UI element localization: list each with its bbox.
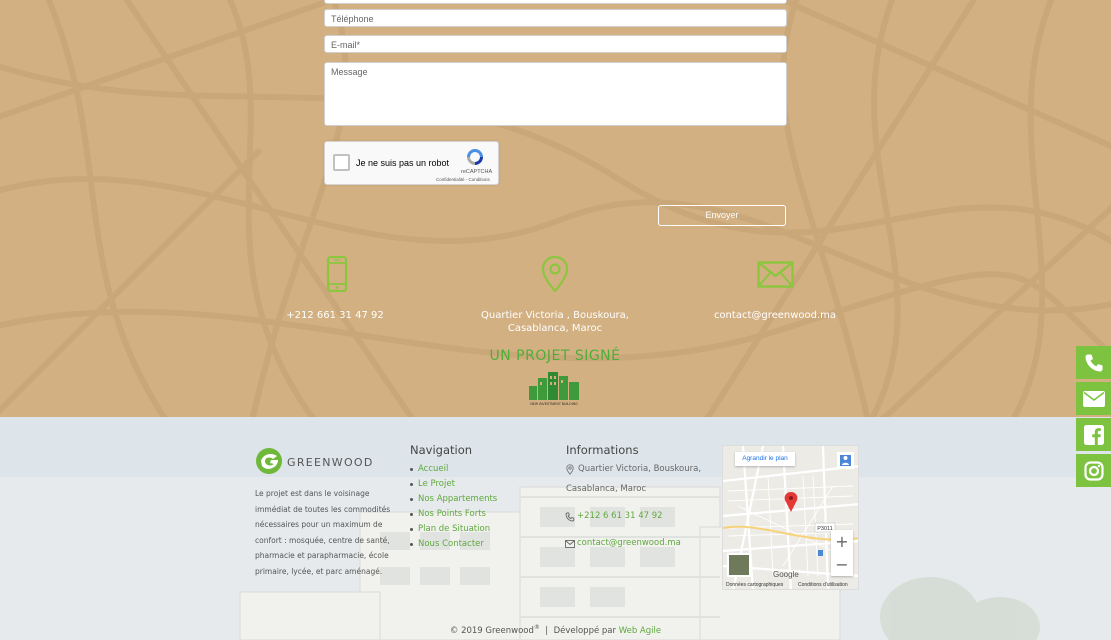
- envelope-icon: [757, 261, 794, 288]
- footer-description: Le projet est dans le voisinage immédiat…: [255, 489, 391, 576]
- contact-address: Quartier Victoria , Bouskoura, Casablanc…: [465, 309, 645, 335]
- instagram-icon: [1083, 460, 1104, 481]
- new-investment-building-logo: NEW INVESTMENT BUILDING: [529, 372, 579, 406]
- facebook-icon: [1083, 424, 1104, 445]
- email-field[interactable]: E-mail*: [324, 35, 787, 53]
- recaptcha-logo-icon: [467, 149, 483, 165]
- google-map[interactable]: P3011 Agrandir le plan + − Google Donnée…: [722, 445, 859, 590]
- recaptcha-label: Je ne suis pas un robot: [356, 158, 450, 168]
- footer: [0, 417, 1111, 640]
- recaptcha-checkbox[interactable]: [333, 154, 350, 171]
- facebook-button[interactable]: [1076, 418, 1111, 451]
- footer-email-link[interactable]: contact@greenwood.ma: [577, 534, 681, 553]
- nav-link-nos-appartements[interactable]: Nos Appartements: [410, 492, 497, 507]
- map-zoom-in-button[interactable]: +: [831, 530, 853, 553]
- recaptcha-terms-link[interactable]: Confidentialité - Conditions: [436, 177, 490, 182]
- signed-project-title: UN PROJET SIGNÉ: [489, 348, 621, 364]
- contact-phone-text: +212 661 31 47 92: [286, 310, 384, 321]
- map-satellite-toggle[interactable]: [727, 553, 751, 577]
- contact-email-text: contact@greenwood.ma: [713, 310, 837, 321]
- footer-address-line1: Quartier Victoria, Bouskoura,: [578, 464, 702, 474]
- phone-handset-icon: [565, 512, 575, 522]
- phone-button[interactable]: [1076, 346, 1111, 379]
- email-button[interactable]: [1076, 382, 1111, 415]
- envelope-small-icon: [565, 540, 575, 548]
- nav-link-nos-points-forts[interactable]: Nos Points Forts: [410, 507, 497, 522]
- nav-link-nous-contacter[interactable]: Nous Contacter: [410, 537, 497, 552]
- map-zoom-controls: + −: [831, 530, 853, 576]
- contact-section: Téléphone E-mail* Message Je ne suis pas…: [0, 0, 1111, 417]
- web-agile-link[interactable]: Web Agile: [619, 626, 661, 636]
- enlarge-map-button[interactable]: Agrandir le plan: [735, 452, 795, 466]
- copyright: © 2019 Greenwood® | Développé par Web Ag…: [0, 624, 1111, 636]
- footer-phone-link[interactable]: +212 6 61 31 47 92: [577, 507, 663, 526]
- envelope-icon: [1082, 390, 1105, 407]
- signed-logo-caption: NEW INVESTMENT BUILDING: [530, 402, 578, 406]
- nav-link-plan-de-situation[interactable]: Plan de Situation: [410, 522, 497, 537]
- greenwood-logo-text: GREENWOOD: [287, 456, 374, 469]
- building-background-image: [0, 417, 1111, 640]
- copyright-prefix: © 2019 Greenwood: [449, 625, 534, 636]
- informations-title: Informations: [566, 443, 639, 457]
- mobile-phone-icon: [326, 256, 348, 292]
- send-button[interactable]: Envoyer: [658, 205, 786, 226]
- phone-field[interactable]: Téléphone: [324, 9, 787, 27]
- greenwood-logo: GREENWOOD: [256, 448, 374, 474]
- map-terms-link[interactable]: Conditions d'utilisation: [798, 582, 848, 588]
- nav-link-le-projet[interactable]: Le Projet: [410, 477, 497, 492]
- footer-nav-list: Accueil Le Projet Nos Appartements Nos P…: [410, 462, 497, 552]
- footer-address-line2: Casablanca, Maroc: [566, 484, 647, 494]
- map-marker-icon: [566, 464, 574, 475]
- recaptcha-brand: reCAPTCHA: [461, 169, 493, 175]
- message-field[interactable]: Message: [324, 62, 787, 126]
- top-field[interactable]: [324, 0, 787, 4]
- copyright-middle: | Développé par: [539, 625, 619, 636]
- instagram-button[interactable]: [1076, 454, 1111, 487]
- contact-address-line2: Casablanca, Maroc: [507, 323, 603, 334]
- map-zoom-out-button[interactable]: −: [831, 553, 853, 576]
- nav-link-accueil[interactable]: Accueil: [410, 462, 497, 477]
- social-sidebar: [1076, 346, 1111, 490]
- contact-address-line1: Quartier Victoria , Bouskoura,: [481, 310, 629, 321]
- phone-icon: [1085, 354, 1102, 371]
- navigation-title: Navigation: [410, 443, 473, 457]
- recaptcha-widget: Je ne suis pas un robot reCAPTCHA Confid…: [324, 141, 499, 185]
- map-data-credit: Données cartographiques: [726, 582, 784, 588]
- location-pin-icon: [541, 255, 569, 293]
- google-logo: Google: [773, 570, 799, 579]
